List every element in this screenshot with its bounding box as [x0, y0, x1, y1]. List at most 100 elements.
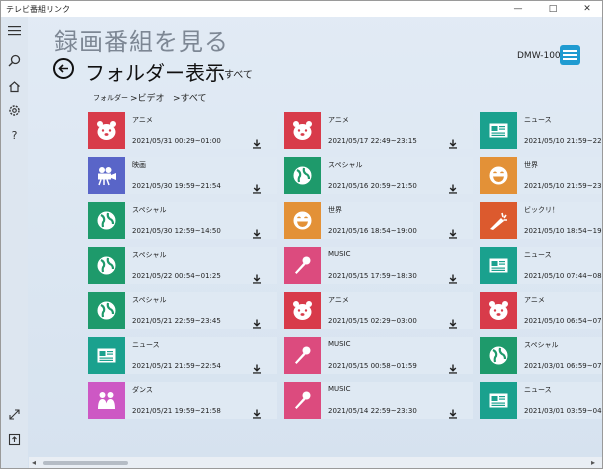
recording-genre: 映画 [132, 161, 146, 169]
recording-tile[interactable]: ダンス 2021/05/21 19:59~21:58 [88, 382, 277, 419]
recording-time: 2021/05/22 00:54~01:25 [132, 272, 221, 280]
recording-tile[interactable]: スペシャル 2021/05/30 12:59~14:50 [88, 202, 277, 239]
genre-thumbnail [88, 292, 125, 329]
genre-thumbnail [480, 157, 517, 194]
recording-time: 2021/05/31 00:29~01:00 [132, 137, 221, 145]
maximize-button[interactable]: □ [541, 1, 565, 17]
view-title: フォルダー表示 [85, 61, 225, 85]
window-title: テレビ番組リンク [6, 5, 70, 14]
recording-time: 2021/05/30 19:59~21:54 [132, 182, 221, 190]
recording-tile[interactable]: アニメ 2021/05/17 22:49~23:15 [284, 112, 473, 149]
recording-tile[interactable]: スペシャル 2021/03/01 06:59~07:15 [480, 337, 602, 374]
genre-thumbnail [480, 292, 517, 329]
recording-tile[interactable]: ビックリ！ 2021/05/10 18:54~19:25 [480, 202, 602, 239]
recording-time: 2021/05/15 00:58~01:59 [328, 362, 417, 370]
breadcrumb-all[interactable]: >すべて [173, 91, 207, 104]
recording-tile[interactable]: ニュース 2021/05/21 21:59~22:54 [88, 337, 277, 374]
download-icon[interactable] [252, 404, 262, 419]
recording-genre: ニュース [524, 251, 552, 259]
recording-tile[interactable]: 世界 2021/05/10 21:59~23:15 [480, 157, 602, 194]
recording-tile[interactable]: スペシャル 2021/05/21 22:59~23:45 [88, 292, 277, 329]
genre-thumbnail [88, 247, 125, 284]
scrollbar-thumb[interactable] [43, 461, 128, 465]
download-icon[interactable] [448, 224, 458, 239]
genre-thumbnail [480, 112, 517, 149]
genre-thumbnail [284, 292, 321, 329]
hamburger-icon[interactable] [7, 25, 22, 40]
recording-time: 2021/03/01 03:59~04:25 [524, 407, 602, 415]
title-bar: テレビ番組リンク — □ ✕ [1, 1, 602, 17]
recording-genre: ダンス [132, 386, 153, 394]
sidebar: ? [1, 17, 28, 468]
download-icon[interactable] [252, 314, 262, 329]
recording-tile[interactable]: ニュース 2021/05/10 07:44~08:00 [480, 247, 602, 284]
scroll-left-icon[interactable]: ◂ [32, 458, 36, 467]
recording-tile[interactable]: アニメ 2021/05/31 00:29~01:00 [88, 112, 277, 149]
recording-tile[interactable]: スペシャル 2021/05/22 00:54~01:25 [88, 247, 277, 284]
download-icon[interactable] [252, 134, 262, 149]
genre-thumbnail [88, 112, 125, 149]
genre-thumbnail [88, 202, 125, 239]
download-icon[interactable] [448, 404, 458, 419]
horizontal-scrollbar[interactable]: ◂ ▸ [29, 457, 602, 468]
help-icon[interactable]: ? [7, 128, 22, 143]
recording-genre: スペシャル [132, 206, 167, 214]
genre-thumbnail [480, 247, 517, 284]
recording-time: 2021/05/10 18:54~19:25 [524, 227, 602, 235]
recording-time: 2021/05/10 21:59~23:15 [524, 182, 602, 190]
recording-time: 2021/05/30 12:59~14:50 [132, 227, 221, 235]
download-icon[interactable] [252, 179, 262, 194]
recording-tile[interactable]: アニメ 2021/05/15 02:29~03:00 [284, 292, 473, 329]
breadcrumb-folder[interactable]: フォルダー [93, 93, 128, 103]
close-button[interactable]: ✕ [575, 1, 599, 17]
recording-genre: 世界 [524, 161, 538, 169]
gear-icon[interactable] [7, 104, 22, 119]
recording-time: 2021/05/16 18:54~19:00 [328, 227, 417, 235]
recording-genre: スペシャル [132, 251, 167, 259]
recording-genre: アニメ [132, 116, 153, 124]
download-icon[interactable] [448, 359, 458, 374]
recording-tile[interactable]: MUSIC 2021/05/14 22:59~23:30 [284, 382, 473, 419]
scroll-right-icon[interactable]: ▸ [591, 458, 595, 467]
genre-thumbnail [284, 202, 321, 239]
download-icon[interactable] [252, 224, 262, 239]
download-icon[interactable] [448, 269, 458, 284]
page-title: 録画番組を見る [54, 28, 229, 56]
recording-tile[interactable]: 世界 2021/05/16 18:54~19:00 [284, 202, 473, 239]
genre-thumbnail [284, 337, 321, 374]
recording-time: 2021/05/16 20:59~21:50 [328, 182, 417, 190]
back-button[interactable] [53, 58, 74, 79]
export-icon[interactable] [7, 433, 22, 448]
download-icon[interactable] [448, 314, 458, 329]
breadcrumb-video[interactable]: >ビデオ [130, 91, 165, 104]
recording-tile[interactable]: ニュース 2021/03/01 03:59~04:25 [480, 382, 602, 419]
download-icon[interactable] [448, 179, 458, 194]
chevron-down-icon[interactable] [208, 65, 218, 76]
recording-time: 2021/05/21 22:59~23:45 [132, 317, 221, 325]
resize-icon[interactable] [7, 408, 22, 423]
recording-time: 2021/05/10 07:44~08:00 [524, 272, 602, 280]
recording-time: 2021/05/15 17:59~18:30 [328, 272, 417, 280]
recording-tile[interactable]: MUSIC 2021/05/15 17:59~18:30 [284, 247, 473, 284]
download-icon[interactable] [448, 134, 458, 149]
minimize-button[interactable]: — [506, 1, 530, 17]
genre-thumbnail [480, 382, 517, 419]
download-icon[interactable] [252, 269, 262, 284]
genre-thumbnail [480, 202, 517, 239]
download-icon[interactable] [252, 359, 262, 374]
recording-genre: スペシャル [524, 341, 559, 349]
recording-tile[interactable]: MUSIC 2021/05/15 00:58~01:59 [284, 337, 473, 374]
recording-genre: アニメ [524, 296, 545, 304]
recording-tile[interactable]: スペシャル 2021/05/16 20:59~21:50 [284, 157, 473, 194]
recording-tile[interactable]: 映画 2021/05/30 19:59~21:54 [88, 157, 277, 194]
recording-genre: ニュース [524, 386, 552, 394]
search-icon[interactable] [7, 54, 22, 69]
recording-time: 2021/05/17 22:49~23:15 [328, 137, 417, 145]
filter-dropdown[interactable]: すべて [224, 66, 253, 81]
recording-tile[interactable]: ニュース 2021/05/10 21:59~22:58 [480, 112, 602, 149]
home-icon[interactable] [7, 80, 22, 95]
recording-genre: アニメ [328, 296, 349, 304]
recording-tile[interactable]: アニメ 2021/05/10 06:54~07:00 [480, 292, 602, 329]
genre-thumbnail [480, 337, 517, 374]
recorder-device-icon[interactable] [560, 45, 580, 65]
